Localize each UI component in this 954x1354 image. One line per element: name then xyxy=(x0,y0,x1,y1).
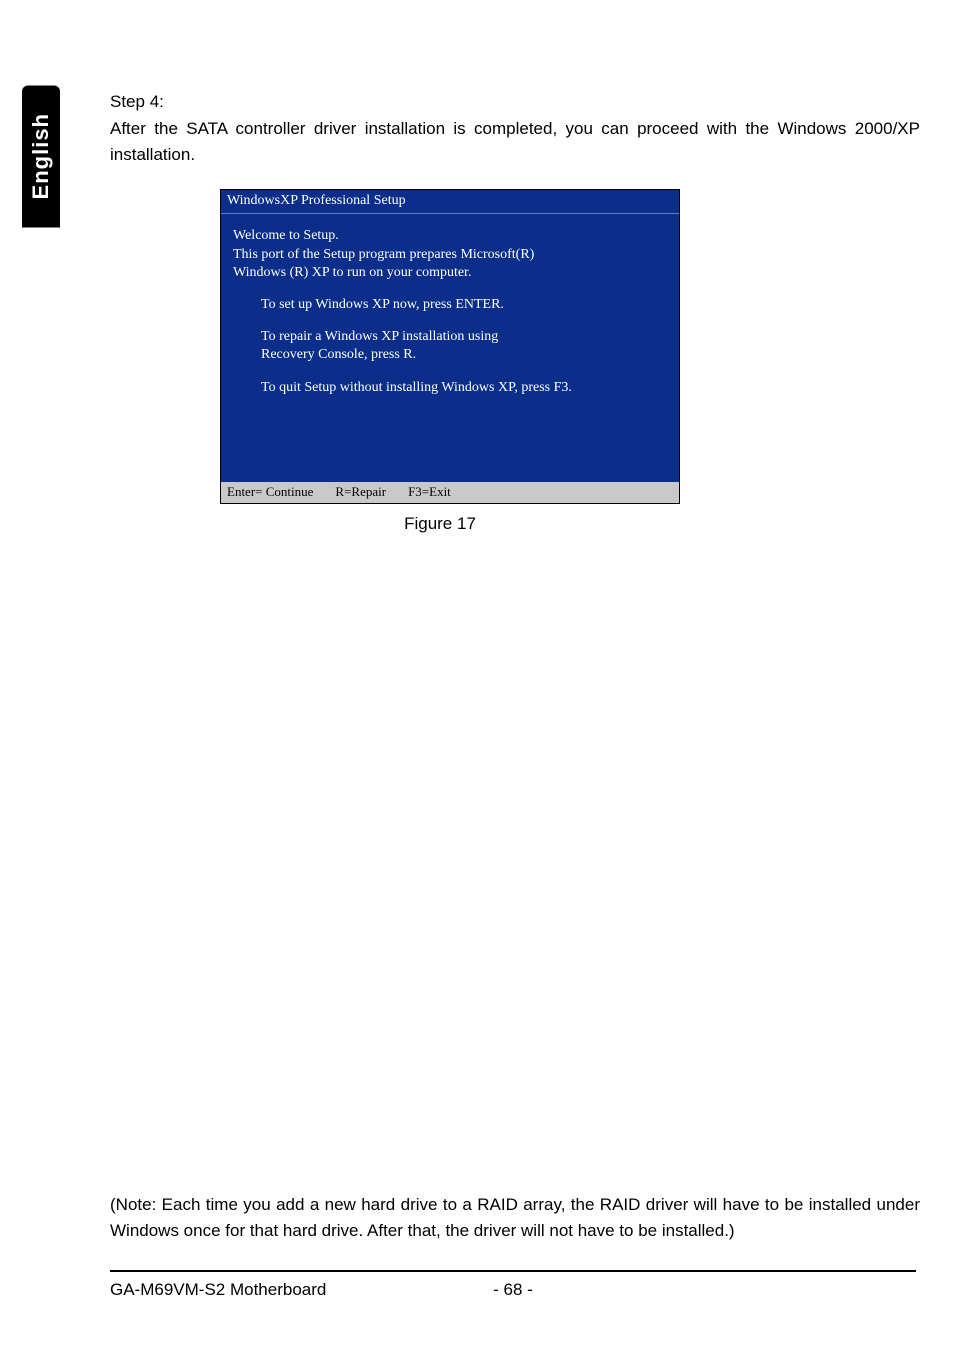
setup-footer-r: R=Repair xyxy=(335,484,386,500)
setup-intro-line1: This port of the Setup program prepares … xyxy=(233,246,667,264)
setup-option-repair-line2: Recovery Console, press R. xyxy=(261,347,416,362)
setup-figure: WindowsXP Professional Setup Welcome to … xyxy=(220,189,680,534)
setup-header: WindowsXP Professional Setup xyxy=(221,190,679,214)
main-content: Step 4: After the SATA controller driver… xyxy=(110,92,920,534)
setup-option-repair: To repair a Windows XP installation usin… xyxy=(261,328,667,364)
setup-intro: This port of the Setup program prepares … xyxy=(233,246,667,282)
setup-option-enter: To set up Windows XP now, press ENTER. xyxy=(261,296,667,314)
setup-intro-line2: Windows (R) XP to run on your computer. xyxy=(233,264,667,282)
setup-welcome: Welcome to Setup. xyxy=(233,228,667,244)
step-title: Step 4: xyxy=(110,92,920,112)
setup-footer-enter: Enter= Continue xyxy=(227,484,313,500)
setup-body: Welcome to Setup. This port of the Setup… xyxy=(221,214,679,482)
step-body: After the SATA controller driver install… xyxy=(110,116,920,169)
setup-options: To set up Windows XP now, press ENTER. T… xyxy=(233,296,667,397)
setup-screen: WindowsXP Professional Setup Welcome to … xyxy=(220,189,680,504)
setup-footer: Enter= Continue R=Repair F3=Exit xyxy=(221,482,679,503)
figure-caption: Figure 17 xyxy=(220,514,660,534)
setup-footer-f3: F3=Exit xyxy=(408,484,451,500)
note-text: (Note: Each time you add a new hard driv… xyxy=(110,1192,920,1245)
language-tab: English xyxy=(22,85,60,227)
footer-page-number: - 68 - xyxy=(493,1280,533,1300)
setup-option-repair-line1: To repair a Windows XP installation usin… xyxy=(261,329,498,344)
page-footer: GA-M69VM-S2 Motherboard - 68 - xyxy=(110,1280,916,1300)
setup-option-quit: To quit Setup without installing Windows… xyxy=(261,379,667,397)
footer-divider xyxy=(110,1270,916,1272)
